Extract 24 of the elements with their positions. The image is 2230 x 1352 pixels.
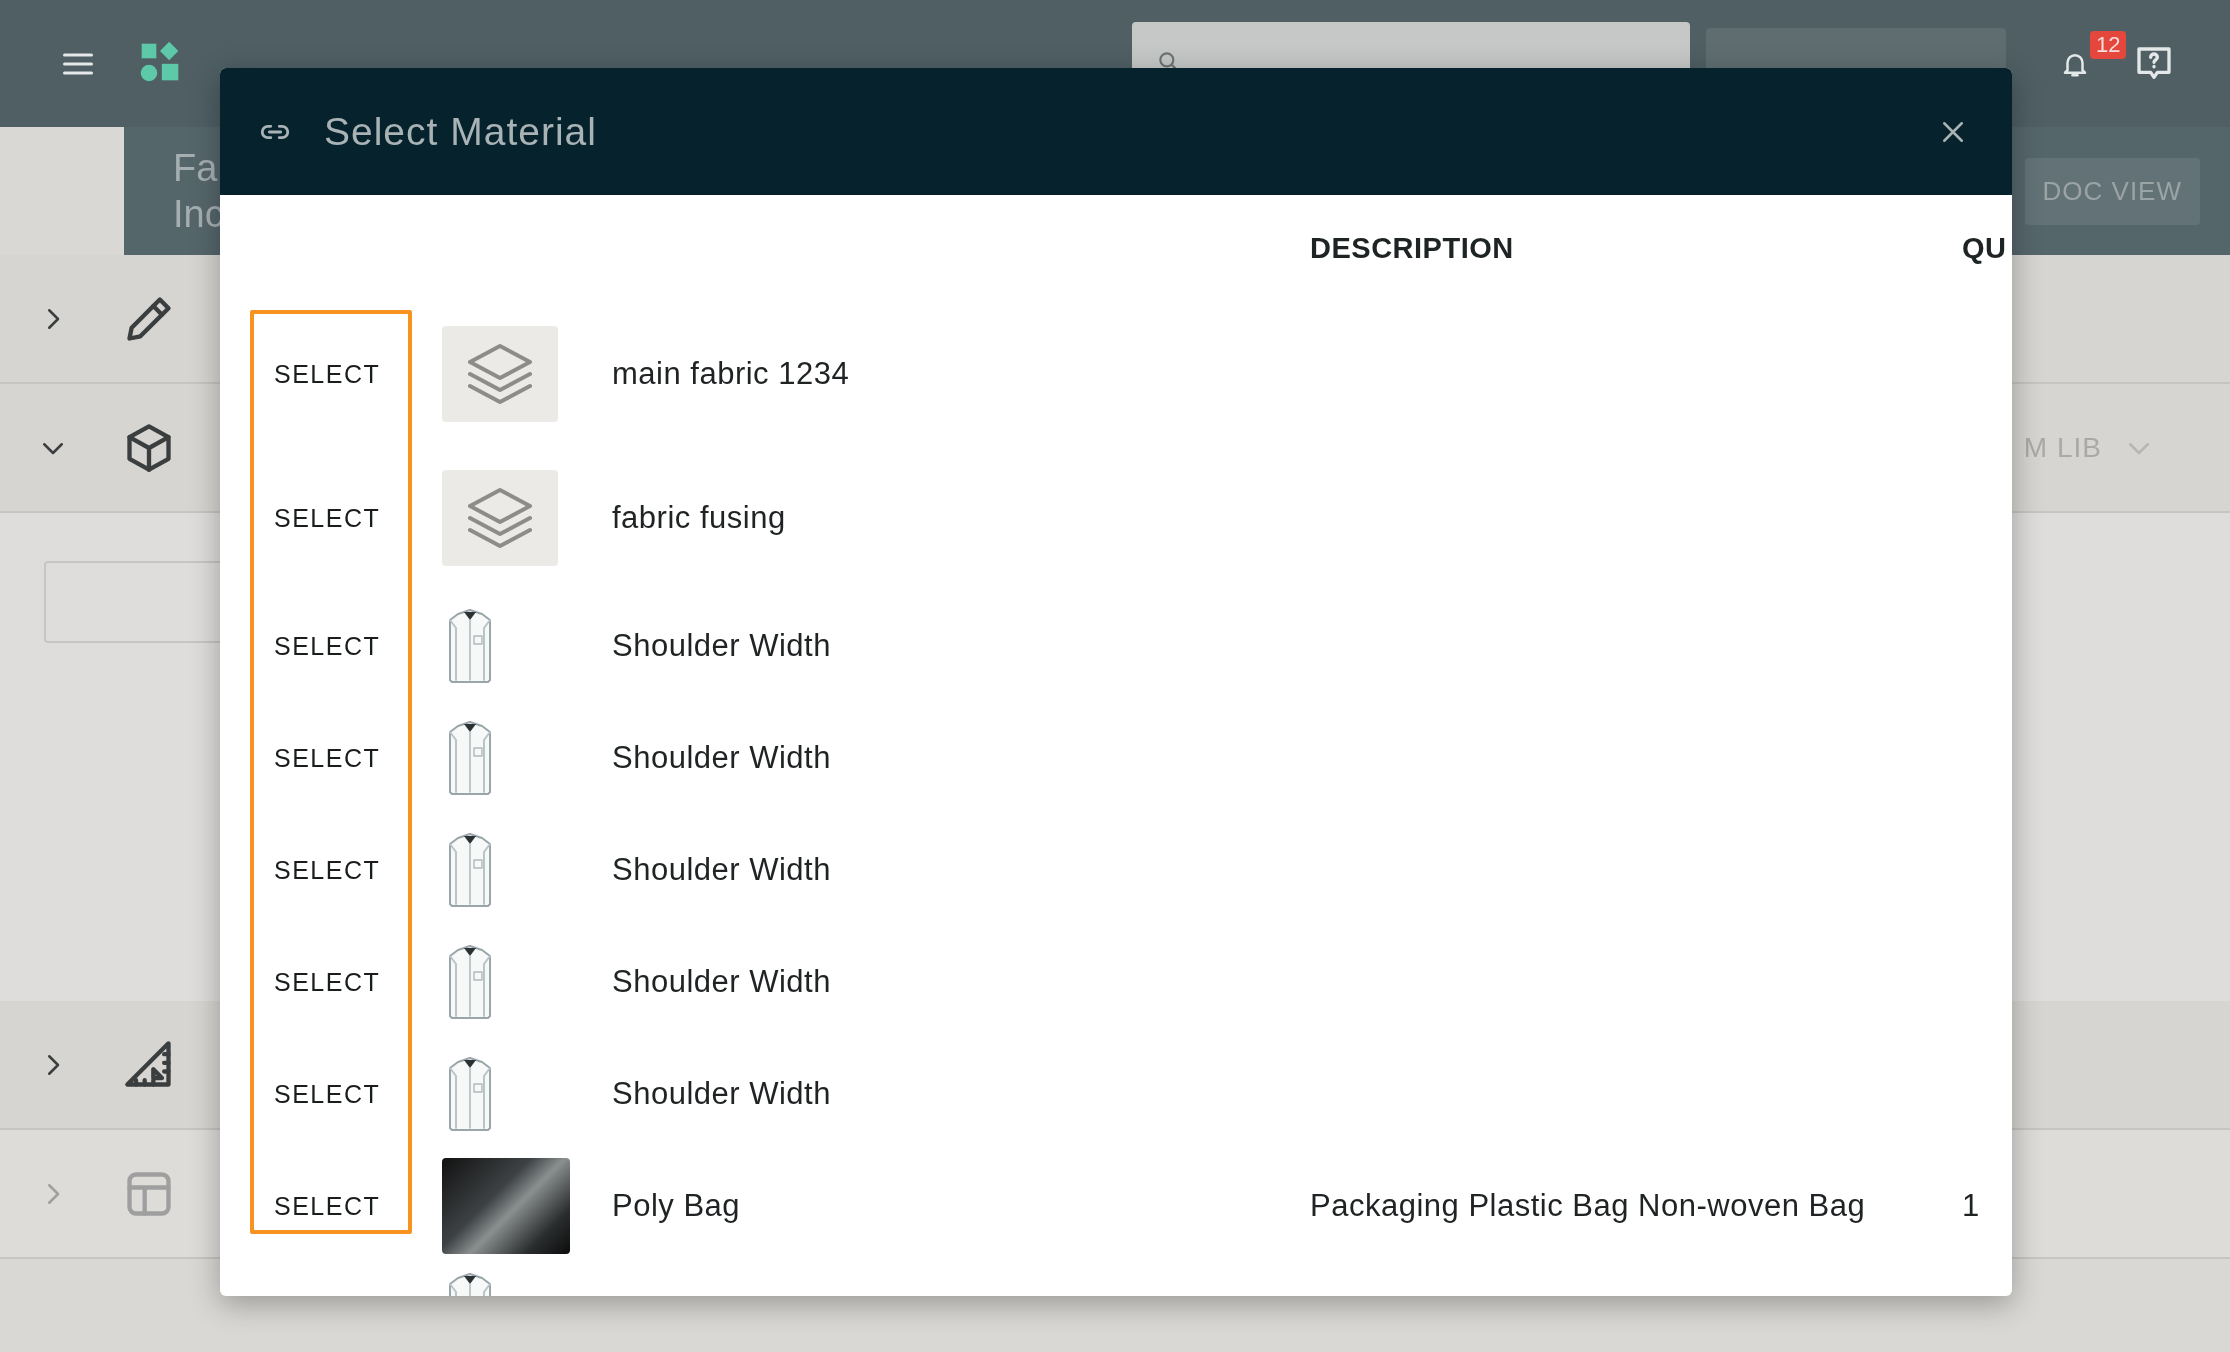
material-name: Shoulder Width bbox=[612, 628, 831, 663]
select-button[interactable]: SELECT bbox=[274, 855, 381, 885]
material-name: Shoulder Width bbox=[612, 740, 831, 775]
material-name: Shoulder Width bbox=[612, 852, 831, 887]
material-name: Poly Bag bbox=[612, 1188, 741, 1223]
material-name: Shoulder Width bbox=[612, 964, 831, 999]
column-header: DESCRIPTION bbox=[1310, 232, 1514, 264]
select-button[interactable]: SELECT bbox=[274, 743, 381, 773]
page-title: Fa bbox=[173, 146, 219, 191]
material-description: Packaging Plastic Bag Non-woven Bag bbox=[1310, 1188, 1866, 1223]
select-button[interactable]: SELECT bbox=[274, 1079, 381, 1109]
notification-badge: 12 bbox=[2090, 30, 2127, 59]
material-quantity: 1 bbox=[1962, 1188, 1980, 1223]
select-button[interactable]: SELECT bbox=[274, 503, 381, 533]
select-button[interactable]: SELECT bbox=[274, 359, 381, 389]
modal-title: Select Material bbox=[324, 109, 597, 154]
select-button[interactable]: SELECT bbox=[274, 1191, 381, 1221]
select-button[interactable]: SELECT bbox=[274, 631, 381, 661]
material-name: main fabric 1234 bbox=[612, 356, 850, 391]
select-button[interactable]: SELECT bbox=[274, 967, 381, 997]
column-header: QU bbox=[1962, 232, 2007, 264]
material-name: Shoulder Width bbox=[612, 1076, 831, 1111]
material-name: fabric fusing bbox=[612, 500, 786, 535]
page-title: Inc bbox=[173, 192, 225, 237]
